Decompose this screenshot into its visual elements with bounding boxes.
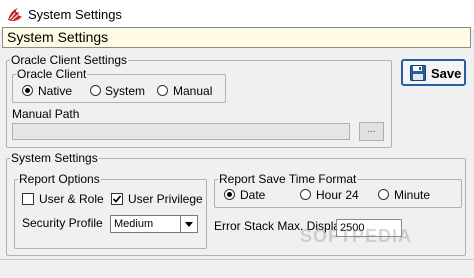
manual-path-input[interactable]: [12, 123, 350, 140]
radio-date-label[interactable]: Date: [240, 188, 265, 202]
manual-path-label: Manual Path: [12, 107, 80, 121]
radio-hour24-label[interactable]: Hour 24: [316, 188, 359, 202]
security-profile-label: Security Profile: [22, 216, 103, 230]
user-role-checkbox[interactable]: [22, 193, 34, 205]
bottom-strip: [0, 259, 474, 278]
watermark: SOFTPEDIA: [300, 226, 413, 246]
caption-bar: System Settings: [2, 27, 471, 48]
radio-manual[interactable]: [157, 85, 168, 96]
oracle-client-legend: Oracle Client: [16, 67, 88, 81]
browse-button[interactable]: ...: [359, 122, 384, 141]
save-button-label: Save: [431, 66, 462, 81]
window-title: System Settings: [28, 7, 122, 22]
radio-native[interactable]: [22, 85, 33, 96]
user-role-label[interactable]: User & Role: [39, 192, 104, 206]
system-settings-legend: System Settings: [10, 151, 99, 165]
oracle-client-settings-legend: Oracle Client Settings: [10, 53, 129, 67]
radio-minute[interactable]: [378, 189, 389, 200]
radio-date[interactable]: [224, 189, 235, 200]
radio-manual-label[interactable]: Manual: [173, 84, 212, 98]
user-privilege-label[interactable]: User Privilege: [128, 192, 203, 206]
radio-system[interactable]: [90, 85, 101, 96]
radio-hour24[interactable]: [300, 189, 311, 200]
radio-minute-label[interactable]: Minute: [394, 188, 430, 202]
report-options-group: Report Options: [14, 172, 207, 249]
security-profile-value: Medium: [114, 218, 154, 230]
save-button[interactable]: Save: [401, 59, 466, 86]
app-logo-icon: [8, 8, 22, 21]
radio-system-label[interactable]: System: [105, 84, 145, 98]
caption-title: System Settings: [7, 29, 109, 45]
dropdown-arrow[interactable]: [180, 216, 197, 232]
chevron-down-icon: [185, 222, 193, 227]
report-save-time-format-legend: Report Save Time Format: [218, 172, 358, 186]
report-options-legend: Report Options: [18, 172, 101, 186]
floppy-disk-icon: [410, 65, 426, 81]
radio-native-label[interactable]: Native: [38, 84, 72, 98]
checkmark-icon: [112, 195, 122, 203]
security-profile-dropdown[interactable]: Medium: [110, 215, 198, 233]
user-privilege-checkbox[interactable]: [111, 193, 123, 205]
